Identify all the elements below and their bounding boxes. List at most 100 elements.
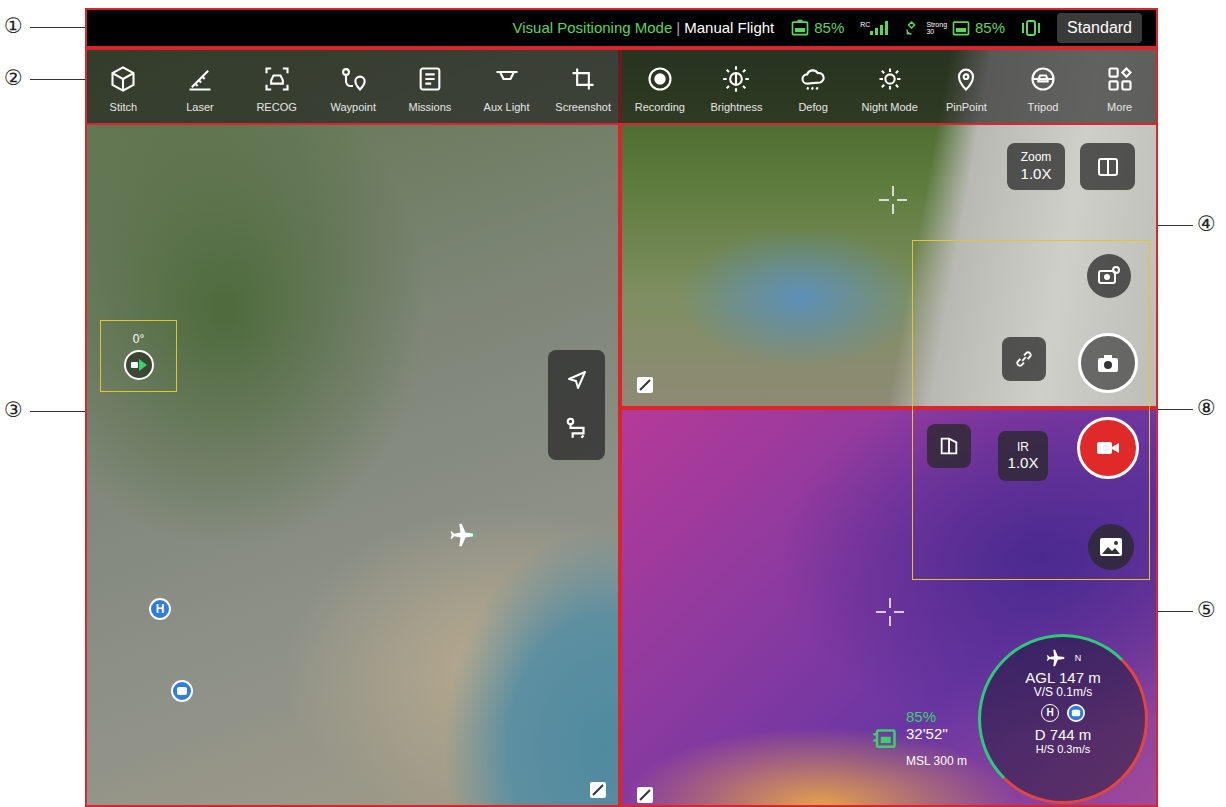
flight-app: Visual Positioning Mode | Manual Flight … <box>85 8 1158 807</box>
home-point-marker[interactable]: H <box>149 598 171 620</box>
toolbar-item[interactable]: Brightness <box>698 48 775 125</box>
positioning-mode: Visual Positioning Mode <box>512 17 672 40</box>
toolbar-item[interactable]: More <box>1081 48 1158 125</box>
separator: | <box>676 17 680 40</box>
camera-controls: IR 1.0X <box>912 240 1150 580</box>
toolbar-tool-icon <box>263 65 291 93</box>
aircraft-icon <box>448 520 478 550</box>
camera-settings-icon <box>1097 264 1121 288</box>
link-status-icon[interactable] <box>1021 17 1041 39</box>
ir-zoom-value: 1.0X <box>1008 454 1039 472</box>
controller-location-icon[interactable] <box>171 680 193 702</box>
toolbar-item[interactable]: Recording <box>621 48 698 125</box>
ir-zoom-button[interactable]: IR 1.0X <box>998 431 1048 481</box>
flight-mode: Manual Flight <box>684 17 774 40</box>
toolbar: Stitch Laser RECOG Waypoint Missions Aux Ligh… <box>85 48 1158 125</box>
toolbar-label: Recording <box>635 99 685 116</box>
toolbar-item[interactable]: Aux Light <box>468 48 545 125</box>
split-view-button[interactable] <box>1080 143 1135 190</box>
toolbar-label: Missions <box>408 99 451 116</box>
right-callouts: ④⑧⑤ <box>1158 8 1226 807</box>
camera-column: Zoom 1.0X 85% 3 <box>620 48 1158 807</box>
toolbar-tool-icon <box>569 65 597 93</box>
flight-stats: 85% 32'52'' MSL 300 m <box>872 708 967 768</box>
callout-number: ④ <box>1197 214 1216 235</box>
toolbar-label: Laser <box>186 99 214 116</box>
agl-altitude: AGL 147 m <box>1025 669 1100 686</box>
page: ① ② ③ Visual Positioning Mode | Manual Fli… <box>0 0 1226 807</box>
signal-bars-icon <box>870 21 888 35</box>
heading-value: 0° <box>133 330 144 348</box>
toolbar-tool-icon <box>493 65 521 93</box>
record-button[interactable] <box>1077 417 1139 479</box>
toolbar-item[interactable]: Waypoint <box>315 48 392 125</box>
toolbar-label: Stitch <box>110 99 138 116</box>
toolbar-label: Screenshot <box>555 99 611 116</box>
toolbar-item[interactable]: Screenshot <box>545 48 622 125</box>
toolbar-tool-icon <box>339 65 367 93</box>
camera-icon <box>1096 351 1120 375</box>
link-lens-button[interactable] <box>1002 337 1046 381</box>
toolbar-item[interactable]: PinPoint <box>928 48 1005 125</box>
zoom-label: Zoom <box>1021 150 1052 164</box>
home-indicator: H <box>1041 704 1059 722</box>
toolbar-tool-icon <box>722 65 750 93</box>
map-tools <box>548 350 605 460</box>
camera-settings-button[interactable] <box>1087 254 1131 298</box>
horizontal-speed: H/S 0.3m/s <box>1036 743 1090 756</box>
toolbar-item[interactable]: Defog <box>775 48 852 125</box>
toolbar-tool-icon <box>952 65 980 93</box>
callout-line <box>30 27 85 28</box>
toolbar-label: Brightness <box>710 99 762 116</box>
callout-line <box>1158 225 1193 226</box>
toolbar-item[interactable]: Missions <box>392 48 469 125</box>
toolbar-tool-icon <box>109 65 137 93</box>
expand-camera-icon[interactable] <box>637 377 653 393</box>
toolbar-item[interactable]: Tripod <box>1005 48 1082 125</box>
gallery-icon <box>1099 536 1123 558</box>
toolbar-tool-icon <box>876 65 904 93</box>
callout-number: ⑤ <box>1197 600 1216 621</box>
toolbar-item[interactable]: RECOG <box>238 48 315 125</box>
toolbar-label: Night Mode <box>862 99 918 116</box>
toolbar-label: RECOG <box>256 99 296 116</box>
gallery-button[interactable] <box>1088 524 1134 570</box>
crosshair-icon <box>872 594 908 630</box>
zoom-button[interactable]: Zoom 1.0X <box>1007 143 1065 190</box>
toolbar-item[interactable]: Laser <box>162 48 239 125</box>
rc-signal: RC <box>860 21 888 35</box>
aircraft-battery-value: 85% <box>814 17 844 40</box>
main-view: Stitch Laser RECOG Waypoint Missions Aux Ligh… <box>85 48 1158 807</box>
callout-line <box>30 79 85 80</box>
compass-widget[interactable]: 0° <box>100 320 177 392</box>
expand-thermal-icon[interactable] <box>637 787 653 803</box>
flight-profile-button[interactable]: Standard <box>1057 13 1142 43</box>
toolbar-label: Tripod <box>1028 99 1059 116</box>
zoom-value: 1.0X <box>1021 165 1052 183</box>
thermal-camera-view[interactable]: 85% 32'52'' MSL 300 m N AGL 147 m V/S 0.… <box>620 408 1158 807</box>
gps-status: Strong 30 85% <box>904 17 1005 40</box>
toolbar-tool-icon <box>799 65 827 93</box>
rc-label: RC <box>860 21 870 28</box>
aircraft-battery-icon <box>790 18 810 38</box>
palette-icon <box>938 435 960 457</box>
route-icon[interactable] <box>564 416 590 442</box>
toolbar-item[interactable]: Night Mode <box>851 48 928 125</box>
callout-line <box>30 411 85 412</box>
toolbar-tool-icon <box>646 65 674 93</box>
toolbar-tool-icon <box>1029 65 1057 93</box>
video-icon <box>1096 439 1120 457</box>
toolbar-label: Aux Light <box>484 99 530 116</box>
vertical-speed: V/S 0.1m/s <box>1034 686 1093 700</box>
callout-number: ③ <box>4 400 23 421</box>
battery-percent: 85% <box>906 708 967 725</box>
callout-number: ② <box>4 68 23 89</box>
toolbar-item[interactable]: Stitch <box>85 48 162 125</box>
locate-arrow-icon[interactable] <box>565 368 589 392</box>
aircraft-heading-icon <box>1045 647 1067 669</box>
ir-panel-button[interactable] <box>927 424 971 468</box>
map-panel[interactable]: 0° H <box>85 48 620 807</box>
callout-number: ① <box>4 16 23 37</box>
expand-map-icon[interactable] <box>590 782 606 798</box>
shutter-button[interactable] <box>1078 333 1138 393</box>
